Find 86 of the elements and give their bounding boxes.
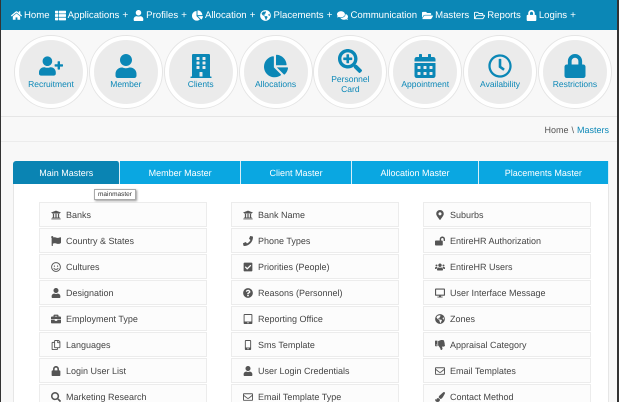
bank-icon (51, 210, 61, 220)
nav-link[interactable]: Home (11, 10, 50, 20)
lock-icon (51, 366, 61, 376)
user-icon (133, 10, 144, 20)
globe-icon (435, 314, 445, 324)
flag-icon (51, 236, 61, 246)
master-link[interactable]: Cultures (39, 254, 207, 279)
users-icon (435, 262, 445, 272)
master-link[interactable]: User Interface Message (423, 280, 591, 305)
nav-link[interactable]: Logins + (526, 10, 576, 20)
plus-sign: + (122, 10, 128, 20)
lock-icon (526, 10, 537, 20)
master-link[interactable]: Country & States (39, 228, 207, 253)
master-link[interactable]: Designation (39, 280, 207, 305)
pages-icon (51, 340, 61, 350)
master-link[interactable]: Login User List (39, 358, 207, 383)
master-link[interactable]: Suburbs (423, 202, 591, 227)
folder-outline-icon (474, 10, 486, 20)
shortcut-button[interactable]: Personnel Card (314, 36, 386, 108)
master-link[interactable]: Priorities (People) (231, 254, 399, 279)
plus-sign: + (570, 10, 576, 20)
search-icon (51, 392, 61, 402)
shortcut-button[interactable]: Availability (464, 36, 536, 108)
nav-link[interactable]: Profiles + (133, 10, 188, 20)
nav-link[interactable]: Placements + (260, 10, 332, 20)
user-plus-icon (39, 54, 63, 78)
user-icon (114, 54, 138, 78)
breadcrumb-link[interactable]: Masters (576, 125, 609, 141)
master-link[interactable]: Appraisal Category (423, 332, 591, 357)
folder-icon (422, 10, 434, 20)
tablet-icon (243, 314, 253, 324)
zoom-in-icon (338, 49, 362, 74)
master-link[interactable]: Zones (423, 306, 591, 331)
checkbox-icon (243, 262, 253, 272)
master-link[interactable]: Languages (39, 332, 207, 357)
lock-icon (562, 54, 587, 78)
mobile-icon (243, 340, 253, 350)
master-link[interactable]: User Login Credentials (231, 358, 399, 383)
master-link[interactable]: EntireHR Users (423, 254, 591, 279)
envelope-icon (435, 366, 445, 376)
user-icon (243, 366, 253, 376)
thumbs-down-icon (435, 340, 445, 350)
home-icon (11, 10, 22, 20)
building-icon (188, 54, 213, 78)
smiley-icon (51, 262, 61, 272)
master-link[interactable]: EntireHR Authorization (423, 228, 591, 253)
master-link[interactable]: Reasons (Personnel) (231, 280, 399, 305)
master-link[interactable]: Employment Type (39, 306, 207, 331)
globe-icon (260, 10, 272, 20)
map-pin-icon (435, 210, 445, 220)
master-link[interactable]: Contact Method (423, 384, 591, 402)
phone-icon (243, 236, 253, 246)
plus-sign: + (326, 10, 332, 20)
nav-link[interactable]: Reports (474, 10, 521, 20)
master-link[interactable]: Bank Name (231, 202, 399, 227)
calendar-icon (413, 54, 438, 78)
nav-link[interactable]: Applications + (54, 10, 128, 20)
master-link[interactable]: Email Template Type (231, 384, 399, 402)
master-link[interactable]: Sms Template (231, 332, 399, 357)
breadcrumb-separator: \ (571, 125, 574, 137)
master-link[interactable]: Reporting Office (231, 306, 399, 331)
unlock-icon (435, 236, 445, 246)
pie-chart-icon (264, 54, 288, 78)
plus-sign: + (250, 10, 256, 20)
user-icon (51, 288, 61, 298)
breadcrumb-link[interactable]: Home (544, 125, 568, 141)
nav-link[interactable]: Communication (337, 10, 418, 20)
bank-icon (243, 210, 253, 220)
shortcut-button[interactable]: Allocations (240, 36, 312, 108)
question-icon (243, 288, 253, 298)
master-link[interactable]: Banks (39, 202, 207, 227)
chat-icon (337, 10, 348, 20)
plus-sign: + (181, 10, 188, 20)
master-link[interactable]: Marketing Research (39, 384, 207, 402)
master-link[interactable]: Email Templates (423, 358, 591, 383)
nav-link[interactable]: Allocation + (192, 10, 256, 20)
nav-link[interactable]: Masters (422, 10, 470, 20)
clock-icon (488, 54, 512, 78)
master-link[interactable]: Phone Types (231, 228, 399, 253)
pie-chart-icon (192, 10, 204, 20)
brush-icon (435, 392, 445, 402)
list-icon (54, 10, 66, 20)
monitor-icon (435, 288, 445, 298)
briefcase-icon (51, 314, 61, 324)
tab[interactable]: Main Masters (13, 161, 120, 184)
envelope-icon (243, 392, 253, 402)
